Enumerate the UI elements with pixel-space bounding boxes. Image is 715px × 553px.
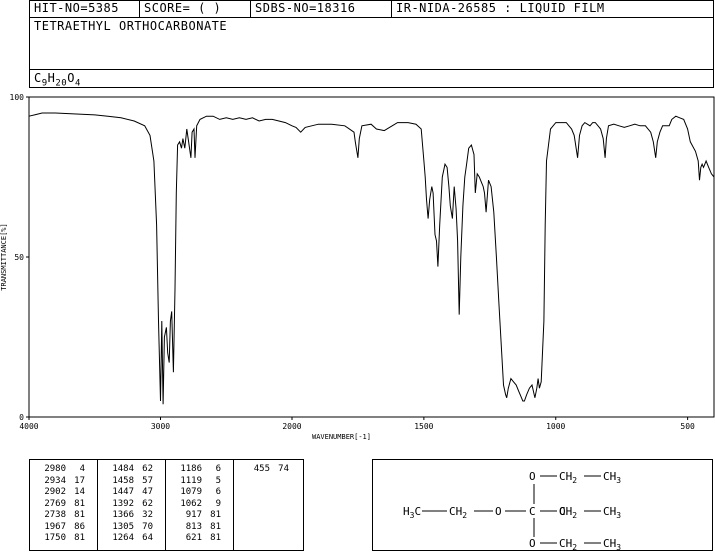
right-ch2: CH2 — [559, 505, 577, 520]
right-ch3: CH3 — [603, 505, 621, 520]
peak-transmittance: 62 — [142, 498, 153, 509]
peak-wavenumber: 1186 — [180, 464, 202, 474]
peak-transmittance: 14 — [74, 487, 85, 497]
peak-table: 2980 4 2934 17 2902 14 2769 81 2738 81 1967 86 1750 8… — [29, 459, 304, 551]
peak-transmittance: 9 — [215, 498, 221, 509]
peak-wavenumber: 813 — [185, 521, 202, 532]
header-bar: HIT-NO=5385 SCORE= ( ) SDBS-NO=18316 IR-… — [29, 0, 714, 18]
peak-wavenumber: 2738 — [44, 510, 66, 520]
hit-number: HIT-NO=5385 — [30, 1, 140, 17]
peak-transmittance: 81 — [210, 510, 221, 520]
y-axis-label: TRANSMITTANCE[%] — [0, 223, 8, 290]
bottom-ch2: CH2 — [559, 537, 577, 550]
x-tick-label: 3000 — [151, 422, 170, 431]
peak-transmittance: 81 — [210, 521, 221, 532]
x-tick-label: 500 — [680, 422, 695, 431]
structure-drawing: O CH2 CH3 H3C CH2 O C O CH2 CH3 O CH2 CH… — [403, 470, 621, 550]
peak-transmittance: 47 — [142, 487, 153, 497]
peak-wavenumber: 1079 — [180, 487, 202, 497]
x-axis-label: WAVENUMBER[-1] — [312, 433, 371, 441]
peak-transmittance: 62 — [142, 464, 153, 474]
peak-transmittance: 4 — [79, 464, 85, 474]
peak-transmittance: 81 — [74, 498, 85, 509]
ir-info: IR-NIDA-26585 : LIQUID FILM — [396, 1, 605, 15]
peak-transmittance: 17 — [74, 475, 85, 486]
peak-transmittance: 57 — [142, 475, 153, 486]
bottom-ch3: CH3 — [603, 537, 621, 550]
peak-transmittance: 81 — [74, 510, 85, 520]
sdbs-number: SDBS-NO=18316 — [251, 1, 392, 17]
y-tick-label: 50 — [14, 253, 24, 262]
y-tick-label: 0 — [19, 413, 24, 422]
compound-name-box: TETRAETHYL ORTHOCARBONATE — [29, 17, 714, 70]
peak-wavenumber: 621 — [185, 533, 202, 543]
peak-transmittance: 6 — [215, 464, 221, 474]
peak-wavenumber: 1750 — [44, 533, 66, 543]
formula-box: C9H20O4 — [29, 69, 714, 88]
peak-wavenumber: 1305 — [112, 521, 134, 532]
top-oxygen: O — [529, 470, 536, 483]
score: SCORE= ( ) — [140, 1, 251, 17]
peak-wavenumber: 2769 — [44, 498, 66, 509]
ir-spectrum-chart: 4000 3000 2000 1500 1000 500 0 50 100 WAVENUMBER[… — [0, 93, 715, 441]
peak-wavenumber: 1119 — [180, 475, 202, 486]
peak-transmittance: 5 — [215, 475, 221, 486]
peak-wavenumber: 1366 — [112, 510, 134, 520]
x-tick-label: 1500 — [414, 422, 433, 431]
peak-wavenumber: 2934 — [44, 475, 66, 486]
peak-transmittance: 81 — [210, 533, 221, 543]
peak-wavenumber: 1062 — [180, 498, 202, 509]
peak-column-2: 1484 62 1458 57 1447 47 1392 62 1366 32 1305 70 1264… — [98, 460, 166, 550]
peak-wavenumber: 2902 — [44, 487, 66, 497]
peak-transmittance: 70 — [142, 521, 153, 532]
chemical-structure: O CH2 CH3 H3C CH2 O C O CH2 CH3 O CH2 CH… — [372, 459, 713, 551]
peak-transmittance: 86 — [74, 521, 85, 532]
central-carbon: C — [529, 505, 536, 518]
left-ch2: CH2 — [449, 505, 467, 520]
peak-wavenumber: 1264 — [112, 533, 134, 543]
peak-transmittance: 6 — [215, 487, 221, 497]
left-oxygen: O — [495, 505, 502, 518]
left-h3c: H3C — [403, 505, 421, 520]
peak-column-1: 2980 4 2934 17 2902 14 2769 81 2738 81 1967 86 1750 8… — [30, 460, 98, 550]
peak-column-4: 455 74 — [234, 460, 302, 550]
peak-wavenumber: 1484 — [112, 464, 134, 474]
peak-transmittance: 81 — [74, 533, 85, 543]
peak-transmittance: 32 — [142, 510, 153, 520]
x-tick-label: 2000 — [282, 422, 301, 431]
y-tick-label: 100 — [10, 93, 25, 102]
peak-wavenumber: 2980 — [44, 464, 66, 474]
plot-frame — [28, 96, 715, 418]
peak-wavenumber: 1967 — [44, 521, 66, 532]
peak-wavenumber: 1447 — [112, 487, 134, 497]
x-tick-label: 4000 — [19, 422, 38, 431]
x-tick-label: 1000 — [546, 422, 565, 431]
bottom-oxygen: O — [529, 537, 536, 550]
peak-transmittance: 74 — [278, 464, 289, 474]
peak-transmittance: 64 — [142, 533, 153, 543]
peak-wavenumber: 917 — [185, 510, 202, 520]
molecular-formula: C9H20O4 — [34, 71, 81, 89]
peak-wavenumber: 1458 — [112, 475, 134, 486]
peak-wavenumber: 1392 — [112, 498, 134, 509]
spectrum-line-0 — [28, 112, 715, 405]
top-ch2: CH2 — [559, 470, 577, 485]
compound-name: TETRAETHYL ORTHOCARBONATE — [34, 19, 228, 33]
top-ch3: CH3 — [603, 470, 621, 485]
peak-wavenumber: 455 — [253, 464, 270, 474]
peak-column-3: 1186 6 1119 5 1079 6 1062 9 917 81 813 81 621 81 — [166, 460, 234, 550]
